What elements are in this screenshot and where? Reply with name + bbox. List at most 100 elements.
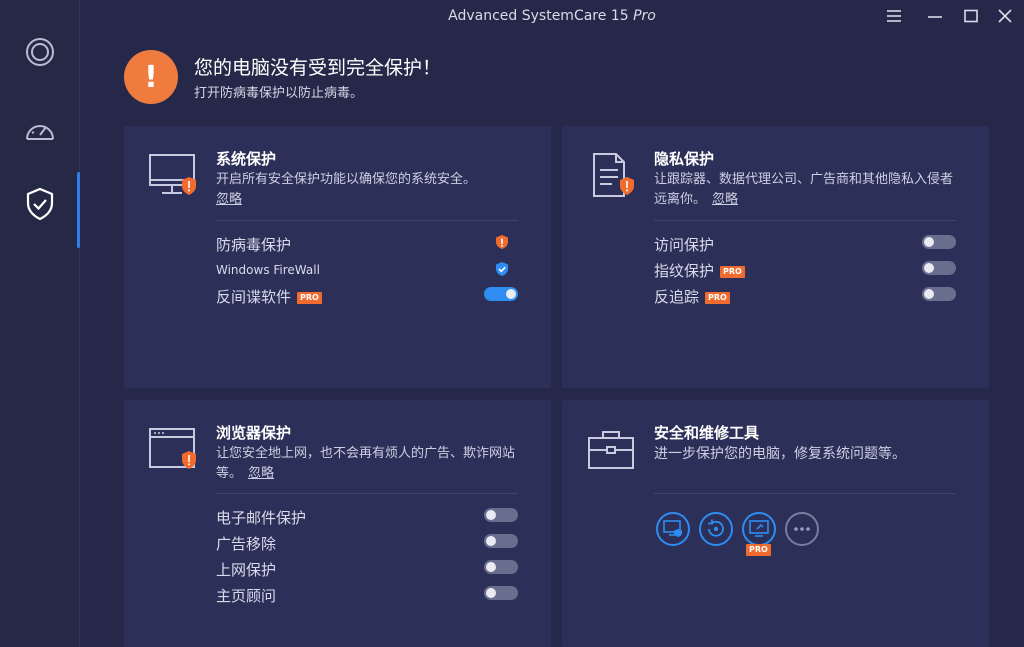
shield-ok-icon (496, 262, 508, 276)
row-status[interactable] (494, 234, 518, 250)
toggle-knob (924, 263, 934, 273)
row-label: 电子邮件保护 (216, 509, 307, 527)
tool-button-protect-pc[interactable] (656, 512, 690, 546)
pro-badge: PRO (746, 544, 771, 556)
restore-icon (708, 519, 724, 537)
toggle-switch[interactable] (484, 508, 518, 522)
monitor-shield-icon (663, 520, 682, 537)
tool-button-scan[interactable] (742, 512, 776, 546)
divider (654, 493, 956, 494)
card-system-desc-text: 开启所有安全保护功能以确保您的系统安全。 (216, 172, 477, 187)
toggle-homepage-advisor[interactable] (484, 586, 518, 600)
row-label: 主页顾问 (216, 587, 277, 605)
alert-title: 您的电脑没有受到完全保护！ (194, 57, 442, 79)
divider (654, 220, 956, 221)
toggle-ad-removal[interactable] (484, 534, 518, 548)
row-anti-tracking: 反追踪 PRO (654, 284, 956, 306)
minimize-icon (928, 16, 942, 18)
row-label-text: 反追踪 (654, 288, 700, 306)
title-bar: Advanced SystemCare 15 Pro (80, 0, 1024, 32)
card-browser-protection: 浏览器保护 让您安全地上网，也不会再有烦人的广告、欺诈网站等。 忽略 电子邮件保护… (124, 400, 551, 647)
card-tools-title: 安全和维修工具 (654, 424, 760, 442)
toggle-switch[interactable] (922, 235, 956, 249)
row-label-text: 反间谍软件 (216, 288, 292, 306)
hamburger-menu-icon (887, 10, 901, 22)
sidebar-item-protect[interactable] (0, 172, 80, 248)
close-icon (998, 9, 1012, 23)
tool-button-restore[interactable] (699, 512, 733, 546)
minimize-button[interactable] (922, 4, 948, 28)
sidebar-item-care[interactable] (0, 20, 80, 84)
toggle-access-protection[interactable] (922, 235, 956, 249)
toggle-switch[interactable] (484, 560, 518, 574)
tool-button-more[interactable] (785, 512, 819, 546)
toggle-switch[interactable] (484, 534, 518, 548)
row-label: Windows FireWall (216, 263, 320, 277)
sidebar-item-speedup[interactable] (0, 98, 80, 162)
card-system-title: 系统保护 (216, 150, 277, 168)
card-privacy-title: 隐私保护 (654, 150, 715, 168)
protection-alert: ! 您的电脑没有受到完全保护！ 打开防病毒保护以防止病毒。 (124, 48, 724, 108)
card-security-tools: 安全和维修工具 进一步保护您的电脑，修复系统问题等。 PRO (562, 400, 989, 647)
row-fingerprint-protection: 指纹保护 PRO (654, 258, 956, 280)
app-title-main: Advanced SystemCare 15 (448, 8, 629, 24)
shield-warning-icon (496, 235, 508, 249)
card-tools-desc: 进一步保护您的电脑，修复系统问题等。 (654, 446, 906, 462)
toggle-switch[interactable] (484, 287, 518, 301)
toggle-knob (924, 237, 934, 247)
toggle-knob (486, 562, 496, 572)
row-label: 防病毒保护 (216, 236, 292, 254)
row-antivirus: 防病毒保护 (216, 232, 518, 254)
sidebar (0, 0, 80, 647)
row-antispyware: 反间谍软件 PRO (216, 284, 518, 306)
toggle-knob (486, 510, 496, 520)
shield-check-icon (26, 187, 54, 221)
toggle-surfing-protection[interactable] (484, 560, 518, 574)
card-browser-title: 浏览器保护 (216, 424, 292, 442)
toggle-switch[interactable] (922, 261, 956, 275)
row-status[interactable] (494, 261, 518, 277)
card-privacy-protection: 隐私保护 让跟踪器、数据代理公司、广告商和其他隐私入侵者远离你。 忽略 访问保护 … (562, 126, 989, 388)
exclamation-icon: ! (124, 50, 178, 104)
menu-button[interactable] (881, 4, 907, 28)
row-label: 访问保护 (654, 236, 715, 254)
row-label: 广告移除 (216, 535, 277, 553)
ignore-link[interactable]: 忽略 (248, 466, 274, 481)
toggle-knob (506, 289, 516, 299)
toggle-switch[interactable] (484, 586, 518, 600)
row-email-protection: 电子邮件保护 (216, 505, 518, 527)
more-icon (794, 527, 810, 531)
close-button[interactable] (992, 4, 1018, 28)
maximize-button[interactable] (958, 4, 984, 28)
row-firewall: Windows FireWall (216, 259, 518, 281)
document-warning-icon (593, 153, 634, 197)
row-label-text: 指纹保护 (654, 262, 715, 280)
row-label: 反间谍软件 PRO (216, 286, 322, 307)
app-title-edition: Pro (633, 8, 656, 24)
ignore-link[interactable]: 忽略 (216, 192, 242, 207)
pro-badge: PRO (297, 292, 322, 304)
maximize-icon (964, 9, 978, 23)
toggle-antispyware[interactable] (484, 287, 518, 301)
card-privacy-desc-text: 让跟踪器、数据代理公司、广告商和其他隐私入侵者远离你。 (654, 172, 954, 207)
browser-warning-icon (149, 428, 196, 469)
speedometer-icon (26, 125, 54, 140)
pro-badge: PRO (720, 266, 745, 278)
tools-row: PRO (654, 512, 914, 562)
toggle-email-protection[interactable] (484, 508, 518, 522)
row-ad-removal: 广告移除 (216, 531, 518, 553)
row-label: 上网保护 (216, 561, 277, 579)
divider (216, 220, 518, 221)
alert-subtitle: 打开防病毒保护以防止病毒。 (194, 86, 364, 101)
monitor-warning-icon (149, 154, 196, 195)
monitor-scan-icon (749, 520, 769, 537)
card-system-protection: 系统保护 开启所有安全保护功能以确保您的系统安全。 忽略 防病毒保护 Windo… (124, 126, 551, 388)
care-ring-icon (26, 38, 54, 66)
toggle-anti-tracking[interactable] (922, 287, 956, 301)
row-access-protection: 访问保护 (654, 232, 956, 254)
ignore-link[interactable]: 忽略 (712, 192, 738, 207)
toggle-fingerprint-protection[interactable] (922, 261, 956, 275)
toggle-knob (486, 536, 496, 546)
divider (216, 493, 518, 494)
toggle-switch[interactable] (922, 287, 956, 301)
